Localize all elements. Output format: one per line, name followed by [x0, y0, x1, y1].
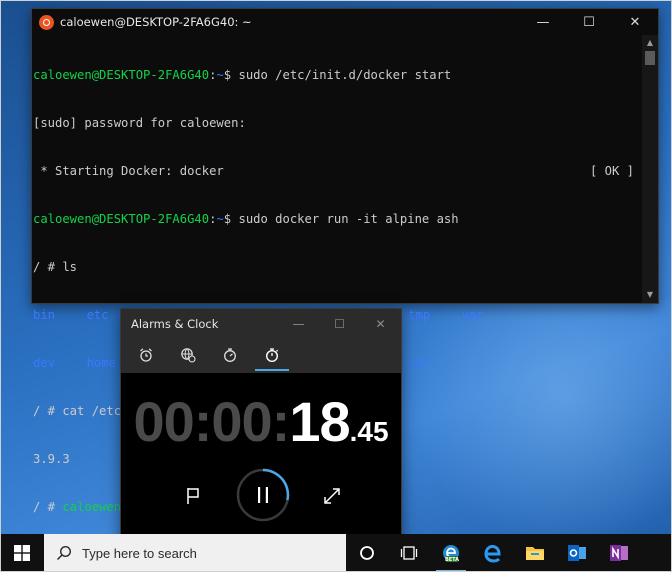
- onenote-icon: [610, 545, 628, 561]
- stopwatch-elapsed-time: 00:00: 18.45: [121, 389, 401, 459]
- taskbar-edge[interactable]: [472, 534, 514, 572]
- task-view-button[interactable]: [388, 534, 430, 572]
- elapsed-hours-minutes: 00:00:: [133, 390, 290, 453]
- edge-icon: [484, 544, 501, 563]
- terminal-line: caloewen@DESKTOP-2FA6G40:~$ sudo docker …: [33, 212, 459, 226]
- pause-icon: [236, 468, 290, 522]
- taskbar: Type here to search BETA: [0, 534, 672, 572]
- clock-titlebar[interactable]: Alarms & Clock — ☐ ✕: [121, 309, 401, 339]
- close-button[interactable]: ✕: [612, 9, 658, 35]
- scroll-up-icon[interactable]: ▲: [642, 35, 658, 49]
- terminal-output[interactable]: caloewen@DESKTOP-2FA6G40:~$ sudo /etc/in…: [32, 35, 642, 562]
- elapsed-seconds: 18: [289, 390, 350, 453]
- terminal-line: / # ls: [33, 260, 78, 274]
- windows-logo-icon: [14, 545, 30, 561]
- search-placeholder: Type here to search: [82, 545, 197, 561]
- flag-icon: [187, 488, 199, 504]
- terminal-line: caloewen@DESKTOP-2FA6G40:~$ sudo /etc/in…: [33, 68, 452, 82]
- expand-icon: [324, 488, 340, 504]
- scroll-thumb[interactable]: [645, 51, 655, 65]
- svg-text:BETA: BETA: [445, 557, 459, 563]
- maximize-button[interactable]: ☐: [319, 309, 360, 339]
- terminal-scrollbar[interactable]: ▲ ▼: [642, 35, 658, 303]
- ubuntu-icon: [39, 14, 54, 30]
- taskbar-onenote[interactable]: [598, 534, 640, 572]
- search-icon: [56, 545, 72, 561]
- taskbar-search-box[interactable]: Type here to search: [44, 534, 346, 572]
- lap-button[interactable]: [183, 485, 205, 507]
- taskbar-outlook[interactable]: [556, 534, 598, 572]
- timer-icon: [224, 348, 236, 362]
- scroll-down-icon[interactable]: ▼: [642, 287, 658, 301]
- world-clock-icon: [181, 348, 196, 363]
- alarms-clock-window[interactable]: Alarms & Clock — ☐ ✕ 00:00: 18 .45: [120, 308, 402, 538]
- taskbar-edge-beta[interactable]: BETA: [430, 534, 472, 572]
- pause-button[interactable]: [235, 467, 291, 523]
- cortana-icon: [360, 546, 374, 560]
- file-explorer-icon: [526, 547, 544, 560]
- stopwatch-icon: [265, 348, 279, 363]
- tab-stopwatch[interactable]: [251, 339, 293, 371]
- alarm-icon: [140, 348, 152, 362]
- start-button[interactable]: [0, 534, 44, 572]
- clock-tab-bar: [121, 339, 401, 373]
- minimize-button[interactable]: —: [520, 9, 566, 35]
- stopwatch-controls: [121, 467, 401, 523]
- tab-timer[interactable]: [209, 339, 251, 371]
- terminal-line: [sudo] password for caloewen:: [33, 116, 246, 130]
- clock-title: Alarms & Clock: [131, 317, 219, 331]
- maximize-button[interactable]: ☐: [566, 9, 612, 35]
- edge-beta-icon: BETA: [443, 545, 459, 563]
- outlook-icon: [568, 545, 586, 561]
- expand-button[interactable]: [321, 485, 343, 507]
- elapsed-fraction: .45: [349, 416, 389, 447]
- close-button[interactable]: ✕: [360, 309, 401, 339]
- tab-alarm[interactable]: [125, 339, 167, 371]
- minimize-button[interactable]: —: [278, 309, 319, 339]
- ok-status: [ OK ]: [590, 164, 635, 178]
- task-view-icon: [400, 546, 418, 560]
- terminal-line: * Starting Docker: docker[ OK ]: [33, 164, 635, 178]
- taskbar-file-explorer[interactable]: [514, 534, 556, 572]
- terminal-window[interactable]: caloewen@DESKTOP-2FA6G40: ~ — ☐ ✕ caloew…: [31, 8, 659, 562]
- cortana-button[interactable]: [346, 534, 388, 572]
- terminal-titlebar[interactable]: caloewen@DESKTOP-2FA6G40: ~ — ☐ ✕: [32, 9, 658, 35]
- tab-world-clock[interactable]: [167, 339, 209, 371]
- terminal-title: caloewen@DESKTOP-2FA6G40: ~: [60, 15, 252, 29]
